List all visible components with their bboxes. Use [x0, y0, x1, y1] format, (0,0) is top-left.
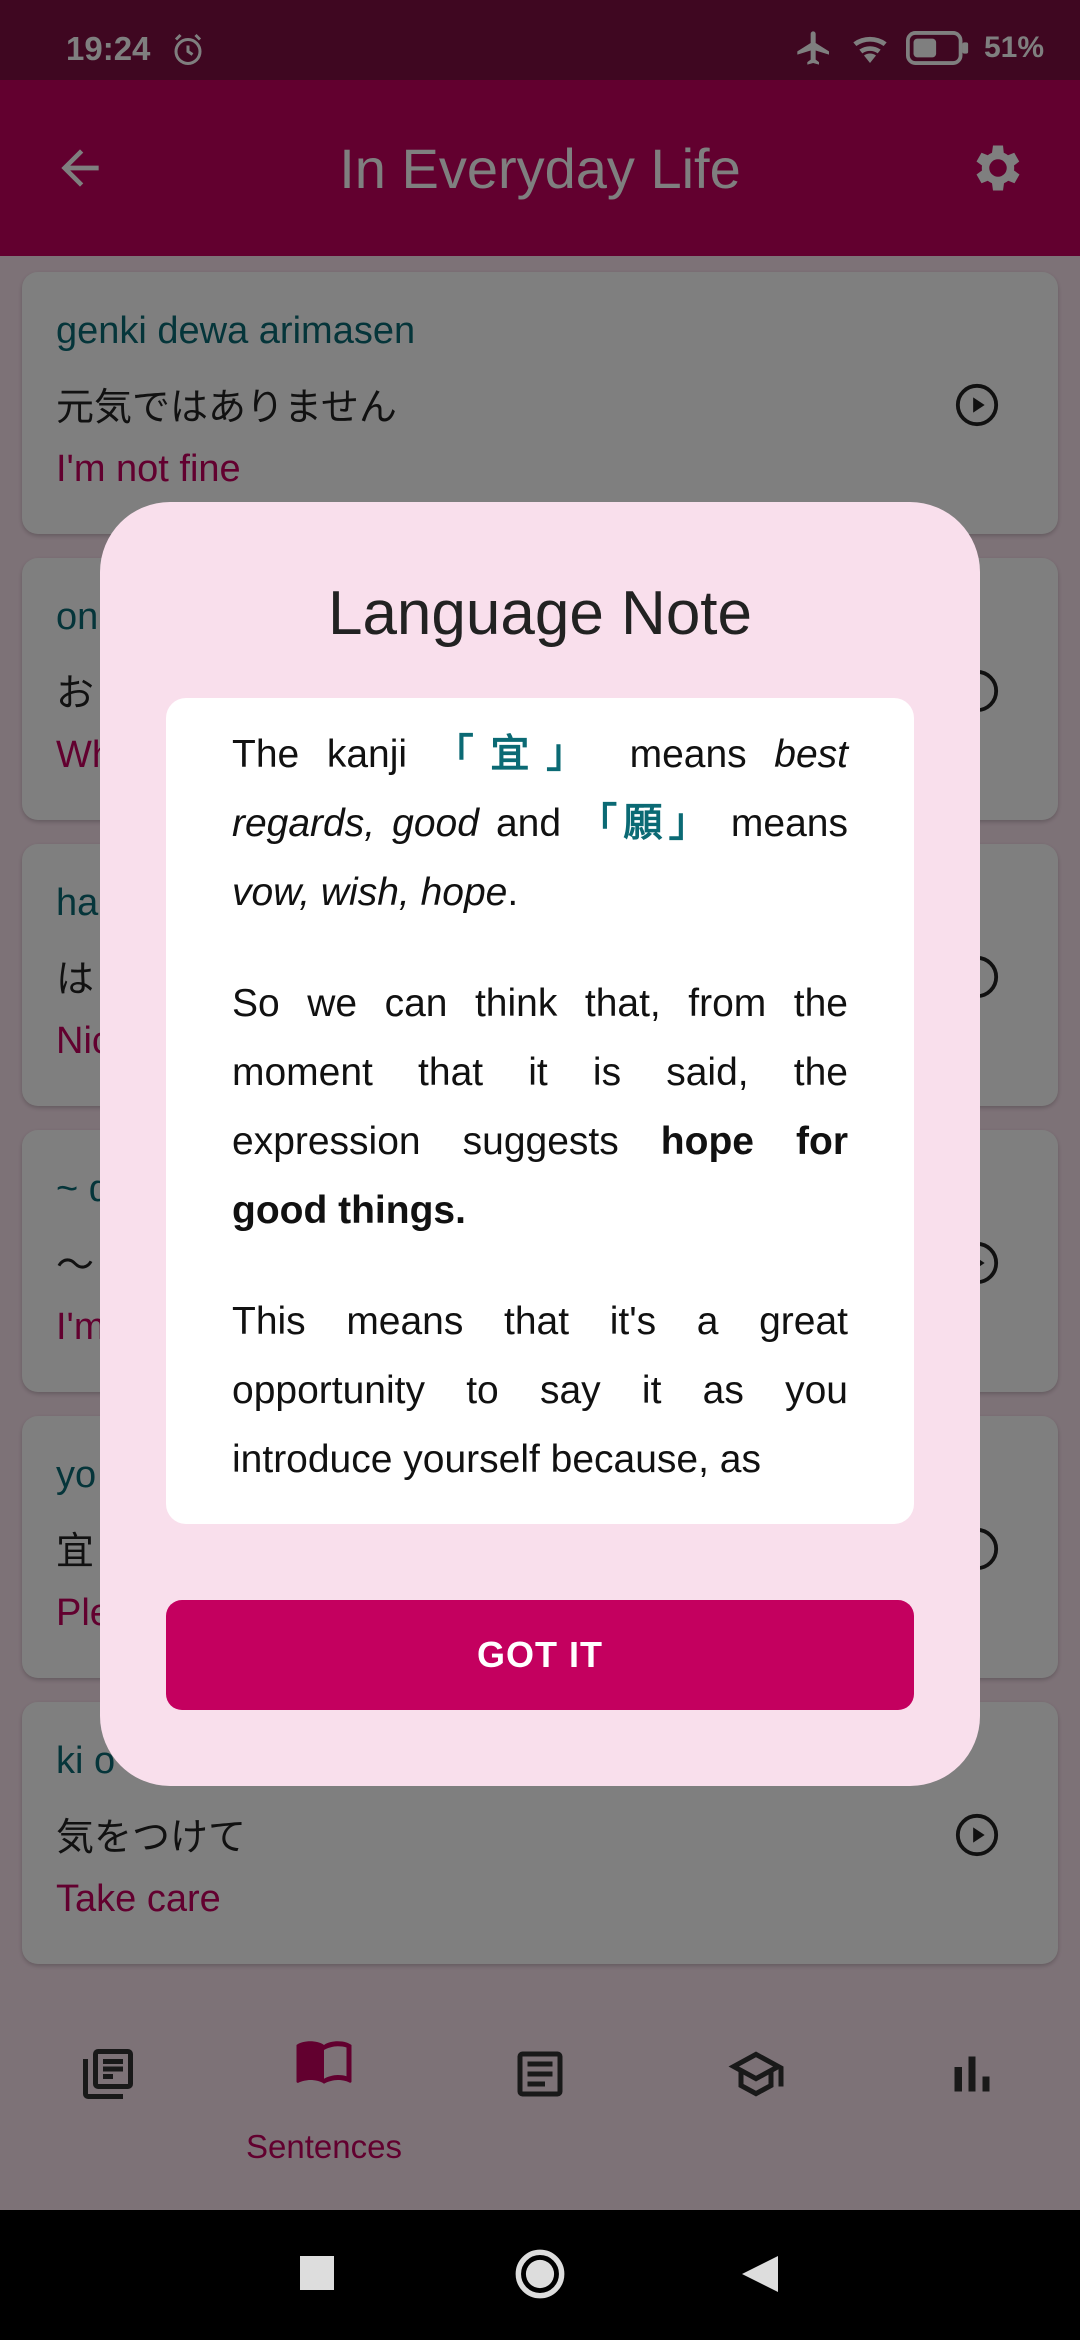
note-paragraph: The kanji 「宜」 means best regards, good a…	[232, 733, 848, 914]
language-note-dialog: Language Note The kanji 「宜」 means best r…	[100, 502, 980, 1786]
note-content-scroll[interactable]: The kanji 「宜」 means best regards, good a…	[166, 698, 914, 1524]
recents-square-icon[interactable]	[300, 2256, 334, 2290]
note-paragraph: So we can think that, from the moment th…	[232, 982, 848, 1232]
home-circle-icon[interactable]	[514, 2248, 566, 2300]
kanji-highlight: 「願」	[578, 802, 714, 845]
kanji-highlight: 「宜」	[434, 733, 602, 776]
dialog-title: Language Note	[327, 579, 753, 648]
back-triangle-icon[interactable]	[742, 2254, 778, 2294]
got-it-button[interactable]: GOT IT	[166, 1600, 914, 1710]
system-nav-bar	[0, 2210, 1080, 2340]
note-paragraph: This means that it's a great opportunity…	[232, 1300, 848, 1481]
note-text: The kanji 「宜」 means best regards, good a…	[232, 720, 848, 1524]
